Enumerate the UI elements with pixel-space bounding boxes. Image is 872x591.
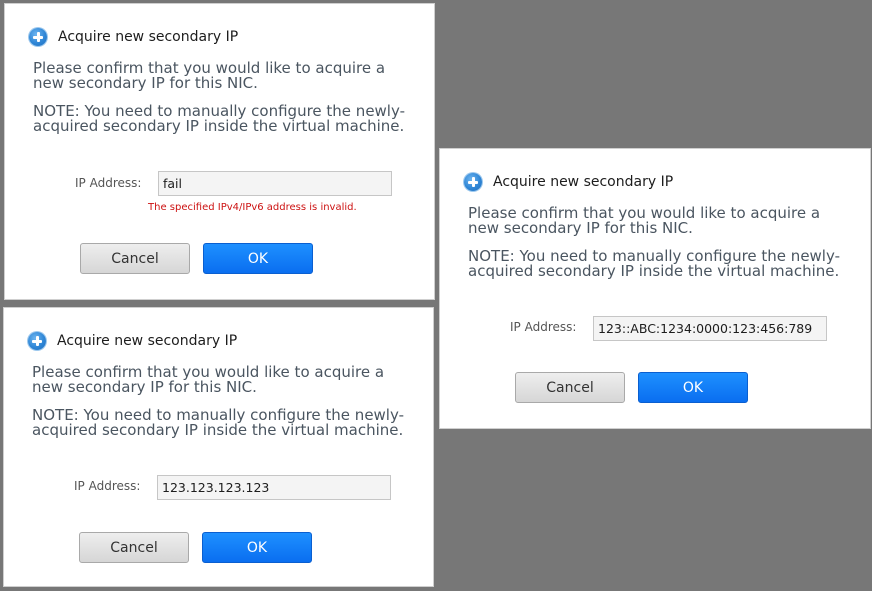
acquire-ip-dialog-ipv4: Acquire new secondary IP Please confirm … — [3, 307, 434, 587]
ok-button[interactable]: OK — [203, 243, 313, 274]
plus-circle-icon — [29, 28, 47, 46]
ip-address-input[interactable] — [158, 171, 392, 196]
note-message: NOTE: You need to manually configure the… — [468, 247, 841, 280]
dialog-title: Acquire new secondary IP — [57, 333, 238, 349]
ok-button[interactable]: OK — [202, 532, 312, 563]
dialog-title-row: Acquire new secondary IP — [29, 28, 238, 46]
confirm-message: Please confirm that you would like to ac… — [468, 204, 821, 237]
plus-circle-icon — [28, 332, 46, 350]
dialog-title: Acquire new secondary IP — [493, 174, 674, 190]
dialog-title-row: Acquire new secondary IP — [28, 332, 237, 350]
ok-button[interactable]: OK — [638, 372, 748, 403]
dialog-title: Acquire new secondary IP — [58, 29, 239, 45]
plus-circle-icon — [464, 173, 482, 191]
ip-address-label: IP Address: — [510, 320, 577, 334]
ip-error-message: The specified IPv4/IPv6 address is inval… — [148, 202, 357, 213]
acquire-ip-dialog-ipv6: Acquire new secondary IP Please confirm … — [439, 148, 871, 429]
ip-address-input[interactable] — [157, 475, 391, 500]
cancel-button[interactable]: Cancel — [515, 372, 625, 403]
note-message: NOTE: You need to manually configure the… — [32, 406, 405, 439]
note-message: NOTE: You need to manually configure the… — [33, 102, 406, 135]
confirm-message: Please confirm that you would like to ac… — [33, 59, 386, 92]
ip-address-label: IP Address: — [75, 176, 142, 190]
ip-address-input[interactable] — [593, 316, 827, 341]
cancel-button[interactable]: Cancel — [79, 532, 189, 563]
acquire-ip-dialog-invalid: Acquire new secondary IP Please confirm … — [4, 3, 435, 300]
confirm-message: Please confirm that you would like to ac… — [32, 363, 385, 396]
ip-address-label: IP Address: — [74, 479, 141, 493]
dialog-title-row: Acquire new secondary IP — [464, 173, 673, 191]
cancel-button[interactable]: Cancel — [80, 243, 190, 274]
